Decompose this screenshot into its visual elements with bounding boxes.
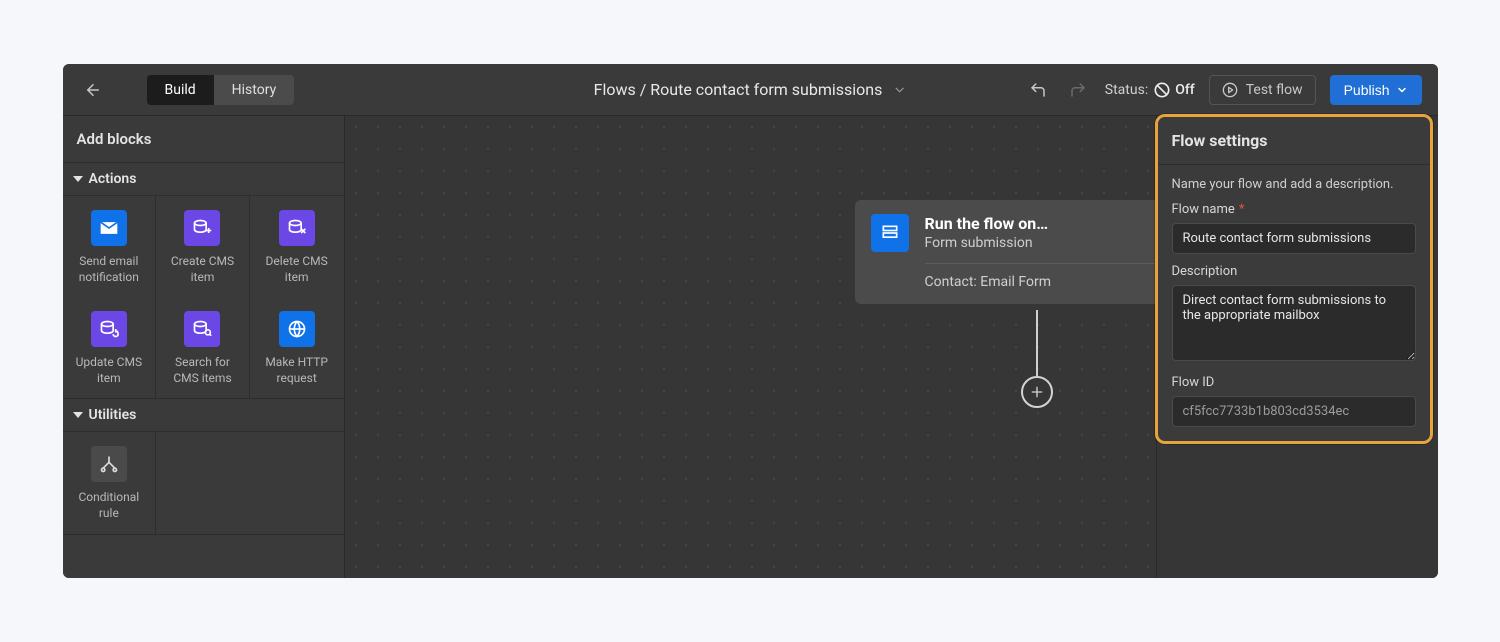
- breadcrumb-text: Flows / Route contact form submissions: [594, 80, 883, 99]
- section-actions-header[interactable]: Actions: [63, 163, 344, 196]
- block-label: Create CMS item: [162, 254, 243, 285]
- caret-down-icon: [73, 176, 83, 182]
- block-delete-cms[interactable]: Delete CMS item: [250, 196, 344, 297]
- description-input[interactable]: [1172, 285, 1416, 361]
- node-body: Run the flow on… Form submission Contact…: [925, 214, 1156, 304]
- utilities-grid: Conditional rule: [63, 432, 344, 534]
- settings-description: Name your flow and add a description.: [1158, 165, 1430, 196]
- chevron-down-icon: [892, 83, 906, 97]
- db-plus-icon: [184, 210, 220, 246]
- db-search-icon: [184, 311, 220, 347]
- node-title: Run the flow on…: [925, 214, 1156, 233]
- node-subtitle: Form submission: [925, 235, 1156, 264]
- connector-line: [1036, 310, 1038, 378]
- block-create-cms[interactable]: Create CMS item: [156, 196, 250, 297]
- sidebar: Add blocks Actions Send email notificati…: [63, 116, 345, 578]
- block-conditional-rule[interactable]: Conditional rule: [63, 432, 157, 533]
- block-label: Search for CMS items: [162, 355, 243, 386]
- section-actions-label: Actions: [89, 171, 137, 187]
- flow-id-input[interactable]: [1172, 396, 1416, 427]
- block-label: Make HTTP request: [256, 355, 338, 386]
- undo-button[interactable]: [1025, 77, 1051, 103]
- chevron-down-icon: [1396, 84, 1408, 96]
- block-update-cms[interactable]: Update CMS item: [63, 297, 157, 398]
- field-flow-id: Flow ID: [1158, 369, 1430, 431]
- block-search-cms[interactable]: Search for CMS items: [156, 297, 250, 398]
- undo-icon: [1029, 81, 1047, 99]
- redo-button[interactable]: [1065, 77, 1091, 103]
- db-sync-icon: [91, 311, 127, 347]
- block-send-email[interactable]: Send email notification: [63, 196, 157, 297]
- db-x-icon: [279, 210, 315, 246]
- field-description: Description: [1158, 258, 1430, 369]
- section-utilities-header[interactable]: Utilities: [63, 399, 344, 432]
- ban-icon: [1154, 82, 1170, 98]
- add-node-button[interactable]: [1021, 376, 1053, 408]
- flow-settings-panel: Flow settings Name your flow and add a d…: [1155, 114, 1433, 444]
- caret-down-icon: [73, 412, 83, 418]
- canvas[interactable]: Run the flow on… Form submission Contact…: [345, 116, 1156, 578]
- flow-name-input[interactable]: [1172, 223, 1416, 254]
- block-label: Conditional rule: [69, 490, 150, 521]
- section-utilities-label: Utilities: [89, 407, 137, 423]
- status-value-text: Off: [1175, 82, 1195, 98]
- topbar-right: Status: Off Test flow Publish: [1025, 75, 1422, 105]
- test-flow-button[interactable]: Test flow: [1209, 75, 1316, 105]
- required-indicator: *: [1239, 202, 1245, 217]
- trigger-node[interactable]: Run the flow on… Form submission Contact…: [855, 200, 1156, 304]
- mail-icon: [91, 210, 127, 246]
- form-icon: [871, 214, 909, 252]
- block-label: Update CMS item: [69, 355, 150, 386]
- play-circle-icon: [1222, 82, 1238, 98]
- node-detail: Contact: Email Form: [925, 264, 1156, 304]
- publish-label: Publish: [1344, 82, 1390, 98]
- sidebar-title: Add blocks: [63, 116, 344, 163]
- back-button[interactable]: [79, 76, 107, 104]
- redo-icon: [1069, 81, 1087, 99]
- actions-grid: Send email notification Create CMS item …: [63, 196, 344, 399]
- globe-icon: [279, 311, 315, 347]
- settings-title: Flow settings: [1158, 117, 1430, 165]
- tab-history[interactable]: History: [214, 75, 295, 105]
- arrow-left-icon: [84, 81, 102, 99]
- app-window: Build History Flows / Route contact form…: [63, 64, 1438, 578]
- branch-icon: [91, 446, 127, 482]
- status: Status: Off: [1105, 82, 1195, 98]
- block-label: Send email notification: [69, 254, 150, 285]
- flow-name-label: Flow name: [1172, 202, 1235, 217]
- topbar: Build History Flows / Route contact form…: [63, 64, 1438, 116]
- description-label: Description: [1172, 264, 1238, 279]
- tab-build[interactable]: Build: [147, 75, 214, 105]
- plus-icon: [1029, 384, 1045, 400]
- block-label: Delete CMS item: [256, 254, 338, 285]
- flow-id-label: Flow ID: [1172, 375, 1215, 390]
- breadcrumb[interactable]: Flows / Route contact form submissions: [594, 80, 907, 99]
- status-value[interactable]: Off: [1154, 82, 1195, 98]
- field-flow-name: Flow name *: [1158, 196, 1430, 258]
- test-flow-label: Test flow: [1246, 82, 1303, 98]
- publish-button[interactable]: Publish: [1330, 75, 1422, 105]
- status-label: Status:: [1105, 82, 1148, 98]
- tab-group: Build History: [147, 75, 295, 105]
- block-http-request[interactable]: Make HTTP request: [250, 297, 344, 398]
